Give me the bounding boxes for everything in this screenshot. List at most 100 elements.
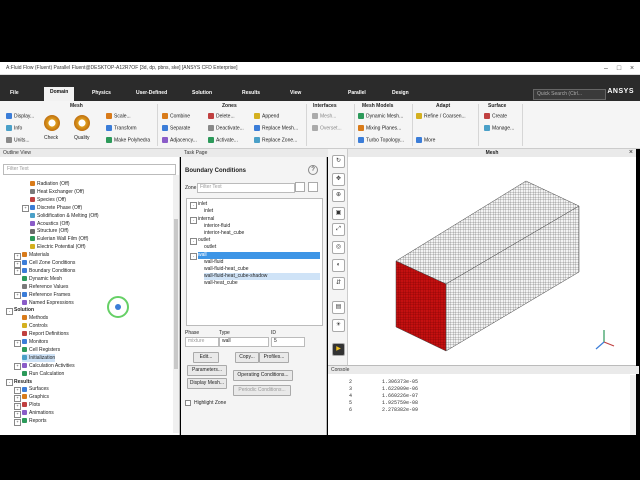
outline-item-surfaces[interactable]: Surfaces xyxy=(22,385,49,393)
outline-item-animations[interactable]: Animations xyxy=(22,409,54,417)
console-scrollbar[interactable] xyxy=(630,375,636,435)
zone-item[interactable]: interior-fluid xyxy=(204,223,230,230)
close-icon[interactable]: × xyxy=(626,64,638,73)
tree-expander[interactable]: + xyxy=(14,292,21,300)
replace-mesh-button[interactable]: Replace Mesh... xyxy=(254,125,298,131)
outline-item-plots[interactable]: Plots xyxy=(22,401,40,409)
outline-item-run-calculation[interactable]: Run Calculation xyxy=(22,370,64,378)
tab-user-defined[interactable]: User-Defined xyxy=(136,90,167,96)
probe-icon[interactable]: ◎ xyxy=(332,241,345,254)
tree-expander[interactable]: + xyxy=(14,394,21,402)
tab-physics[interactable]: Physics xyxy=(92,90,111,96)
view-icon[interactable]: ◐ xyxy=(332,259,345,272)
outline-item-eulerian-wall-film-off[interactable]: Eulerian Wall Film (Off) xyxy=(30,235,88,243)
refine-coarsen-button[interactable]: Refine / Coarsen... xyxy=(416,113,466,119)
tree-expander[interactable]: + xyxy=(14,252,21,260)
profiles-button[interactable]: Profiles... xyxy=(259,352,289,363)
turbo-topology-button[interactable]: Turbo Topology... xyxy=(358,137,404,143)
outline-item-controls[interactable]: Controls xyxy=(22,322,48,330)
tab-domain[interactable]: Domain xyxy=(44,87,75,101)
rotate-icon[interactable]: ↻ xyxy=(332,155,345,168)
maximize-icon[interactable]: □ xyxy=(613,64,625,73)
replace-zone-button[interactable]: Replace Zone... xyxy=(254,137,297,143)
parameters-button[interactable]: Parameters... xyxy=(187,365,227,376)
zone-item[interactable]: wall-heat_cube xyxy=(204,280,238,287)
zone-filter-input[interactable]: Filter Text xyxy=(197,183,295,193)
zone-group-expander[interactable]: - xyxy=(190,202,197,209)
outline-filter-input[interactable]: Filter Text xyxy=(3,164,176,175)
zone-group-expander[interactable]: - xyxy=(190,217,197,224)
zone-item[interactable]: internal xyxy=(198,216,214,223)
tree-expander[interactable]: + xyxy=(14,268,21,276)
quick-search-input[interactable]: Quick Search (Ctrl... xyxy=(533,89,606,100)
id-field[interactable]: 5 xyxy=(271,337,305,347)
zoom-box-icon[interactable]: ▣ xyxy=(332,207,345,220)
deactivate-button[interactable]: Deactivate... xyxy=(208,125,244,131)
outline-item-named-expressions[interactable]: Named Expressions xyxy=(22,299,74,307)
mesh-graphics-window[interactable]: Mesh × xyxy=(348,149,636,365)
outline-item-structure-off[interactable]: Structure (Off) xyxy=(30,227,69,235)
mixing-planes-button[interactable]: Mixing Planes... xyxy=(358,125,401,131)
filter-options-icon[interactable] xyxy=(295,182,305,192)
scrollbar-thumb[interactable] xyxy=(174,219,178,369)
zone-item[interactable]: wall xyxy=(198,252,320,259)
type-select[interactable]: wall xyxy=(219,337,269,347)
outline-item-discrete-phase-off[interactable]: Discrete Phase (Off) xyxy=(30,204,82,212)
zone-group-expander[interactable]: - xyxy=(190,253,197,260)
outline-item-monitors[interactable]: Monitors xyxy=(22,338,48,346)
outline-item-reference-frames[interactable]: Reference Frames xyxy=(22,291,70,299)
pan-icon[interactable]: ✥ xyxy=(332,173,345,186)
tree-expander[interactable]: + xyxy=(14,363,21,371)
adjacency-button[interactable]: Adjacency... xyxy=(162,137,197,143)
check-button[interactable]: Check xyxy=(44,135,58,141)
units-button[interactable]: Units... xyxy=(6,137,30,143)
zone-group-expander[interactable]: - xyxy=(190,238,197,245)
outline-item-graphics[interactable]: Graphics xyxy=(22,393,49,401)
outline-item-results[interactable]: Results xyxy=(14,378,32,386)
console-panel[interactable]: Console 2 1.306373e-05 3 1.622009e-06 4 … xyxy=(328,365,639,435)
overset-button[interactable]: Overset... xyxy=(312,125,342,131)
zone-item[interactable]: outlet xyxy=(198,237,210,244)
save-picture-icon[interactable]: ▤ xyxy=(332,301,345,314)
tree-expander[interactable]: + xyxy=(22,205,29,213)
create-surface-button[interactable]: Create xyxy=(484,113,507,119)
tab-results[interactable]: Results xyxy=(242,90,260,96)
quality-button[interactable]: Quality xyxy=(74,135,90,141)
outline-item-methods[interactable]: Methods xyxy=(22,314,48,322)
activate-button[interactable]: Activate... xyxy=(208,137,238,143)
outline-item-electric-potential-off[interactable]: Electric Potential (Off) xyxy=(30,243,86,251)
outline-item-solidification-melting-off[interactable]: Solidification & Melting (Off) xyxy=(30,212,99,220)
tree-expander[interactable]: + xyxy=(14,402,21,410)
tab-file[interactable]: File xyxy=(10,90,19,96)
edit-button[interactable]: Edit... xyxy=(193,352,219,363)
tree-expander[interactable]: + xyxy=(14,410,21,418)
scale-button[interactable]: Scale... xyxy=(106,113,131,119)
outline-item-radiation-off[interactable]: Radiation (Off) xyxy=(30,180,69,188)
manage-surface-button[interactable]: Manage... xyxy=(484,125,514,131)
outline-item-boundary-conditions[interactable]: Boundary Conditions xyxy=(22,267,75,275)
outline-item-cell-zone-conditions[interactable]: Cell Zone Conditions xyxy=(22,259,75,267)
tab-solution[interactable]: Solution xyxy=(192,90,212,96)
zone-item[interactable]: wall-fluid-heat_cube xyxy=(204,266,248,273)
tab-view[interactable]: View xyxy=(290,90,301,96)
tree-expander[interactable]: - xyxy=(6,379,13,386)
highlight-zone-checkbox[interactable] xyxy=(185,400,191,406)
camera-icon[interactable]: ▶ xyxy=(332,343,345,356)
outline-item-reports[interactable]: Reports xyxy=(22,417,47,425)
display-mesh-task-button[interactable]: Display Mesh... xyxy=(187,378,227,389)
separate-button[interactable]: Separate xyxy=(162,125,190,131)
list-options-icon[interactable] xyxy=(308,182,318,192)
interfaces-mesh-button[interactable]: Mesh... xyxy=(312,113,336,119)
lighting-icon[interactable]: ☀ xyxy=(332,319,345,332)
zone-item[interactable]: outlet xyxy=(204,244,216,251)
tab-design[interactable]: Design xyxy=(392,90,409,96)
outline-item-heat-exchanger-off[interactable]: Heat Exchanger (Off) xyxy=(30,188,84,196)
copy-button[interactable]: Copy... xyxy=(235,352,259,363)
tab-parallel[interactable]: Parallel xyxy=(348,90,366,96)
adapt-more-button[interactable]: More xyxy=(416,137,435,143)
info-button[interactable]: Info xyxy=(6,125,22,131)
display-mesh-button[interactable]: Display... xyxy=(6,113,34,119)
zone-item[interactable]: interior-heat_cube xyxy=(204,230,244,237)
outline-item-initialization[interactable]: Initialization xyxy=(22,353,56,362)
help-icon[interactable]: ? xyxy=(308,165,318,175)
